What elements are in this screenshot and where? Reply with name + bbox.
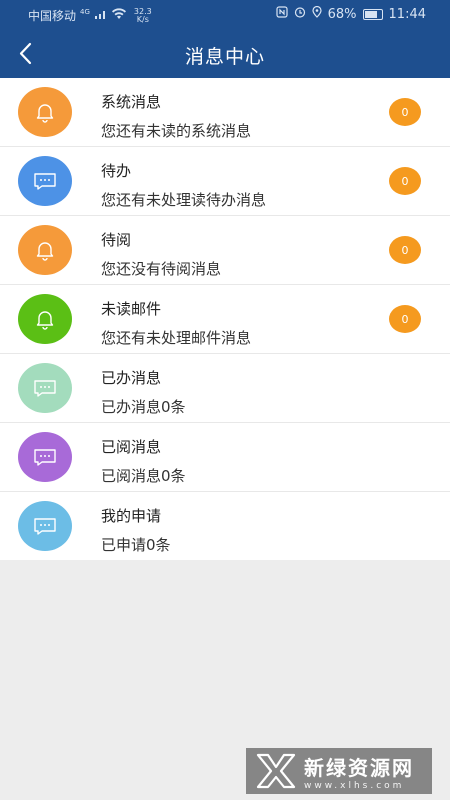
- list-item-done[interactable]: 已办消息 已办消息0条: [0, 354, 450, 423]
- unread-count-badge: 0: [389, 167, 421, 195]
- chat-icon: [18, 501, 72, 551]
- chat-icon: [18, 363, 72, 413]
- network-speed: 32.3 K/s: [134, 7, 152, 24]
- location-icon: [312, 5, 322, 22]
- page-title: 消息中心: [184, 46, 265, 68]
- list-item-todo[interactable]: 待办 您还有未处理读待办消息 0: [0, 147, 450, 216]
- unread-count-badge: 0: [389, 236, 421, 264]
- item-subtitle: 已办消息0条: [101, 398, 186, 416]
- alarm-icon: [294, 6, 306, 22]
- site-watermark: 新绿资源网 www.xlhs.com: [246, 748, 432, 794]
- battery-percent: 68%: [327, 6, 357, 22]
- watermark-name: 新绿资源网: [304, 755, 414, 780]
- list-item-to-read[interactable]: 待阅 您还没有待阅消息 0: [0, 216, 450, 285]
- item-title: 系统消息: [101, 93, 162, 111]
- item-subtitle: 您还有未处理读待办消息: [101, 191, 267, 209]
- chat-icon: [18, 156, 72, 206]
- carrier-label: 中国移动: [28, 9, 77, 23]
- chat-icon: [18, 432, 72, 482]
- bell-icon: [18, 294, 72, 344]
- item-title: 我的申请: [101, 507, 162, 525]
- bell-icon: [18, 225, 72, 275]
- item-subtitle: 已阅消息0条: [101, 467, 186, 485]
- item-subtitle: 已申请0条: [101, 536, 171, 554]
- watermark-url: www.xlhs.com: [304, 780, 405, 791]
- title-bar: 消息中心: [0, 30, 450, 78]
- list-item-unread-mail[interactable]: 未读邮件 您还有未处理邮件消息 0: [0, 285, 450, 354]
- item-title: 已办消息: [101, 369, 162, 387]
- list-item-system[interactable]: 系统消息 您还有未读的系统消息 0: [0, 78, 450, 147]
- signal-icon: [94, 8, 108, 23]
- list-item-read[interactable]: 已阅消息 已阅消息0条: [0, 423, 450, 492]
- unread-count-badge: 0: [389, 305, 421, 333]
- item-subtitle: 您还有未读的系统消息: [101, 122, 252, 140]
- speed-unit: K/s: [136, 14, 149, 24]
- item-subtitle: 您还没有待阅消息: [101, 260, 222, 278]
- item-subtitle: 您还有未处理邮件消息: [101, 329, 252, 347]
- nfc-icon: [276, 6, 288, 22]
- item-title: 已阅消息: [101, 438, 162, 456]
- item-title: 待办: [101, 162, 132, 180]
- item-title: 待阅: [101, 231, 132, 249]
- list-item-my-applications[interactable]: 我的申请 已申请0条: [0, 492, 450, 560]
- bell-icon: [18, 87, 72, 137]
- unread-count-badge: 0: [389, 98, 421, 126]
- wifi-icon: [111, 8, 126, 23]
- item-title: 未读邮件: [101, 300, 162, 318]
- status-bar: 中国移动 4G 32.3 K/s 68% 11:44: [0, 0, 450, 30]
- network-type: 4G: [80, 7, 90, 16]
- site-logo-icon: [256, 753, 296, 789]
- message-list: 系统消息 您还有未读的系统消息 0 待办 您还有未处理读待办消息 0 待阅 您还…: [0, 78, 450, 560]
- battery-icon: [362, 8, 383, 20]
- clock: 11:44: [388, 6, 426, 22]
